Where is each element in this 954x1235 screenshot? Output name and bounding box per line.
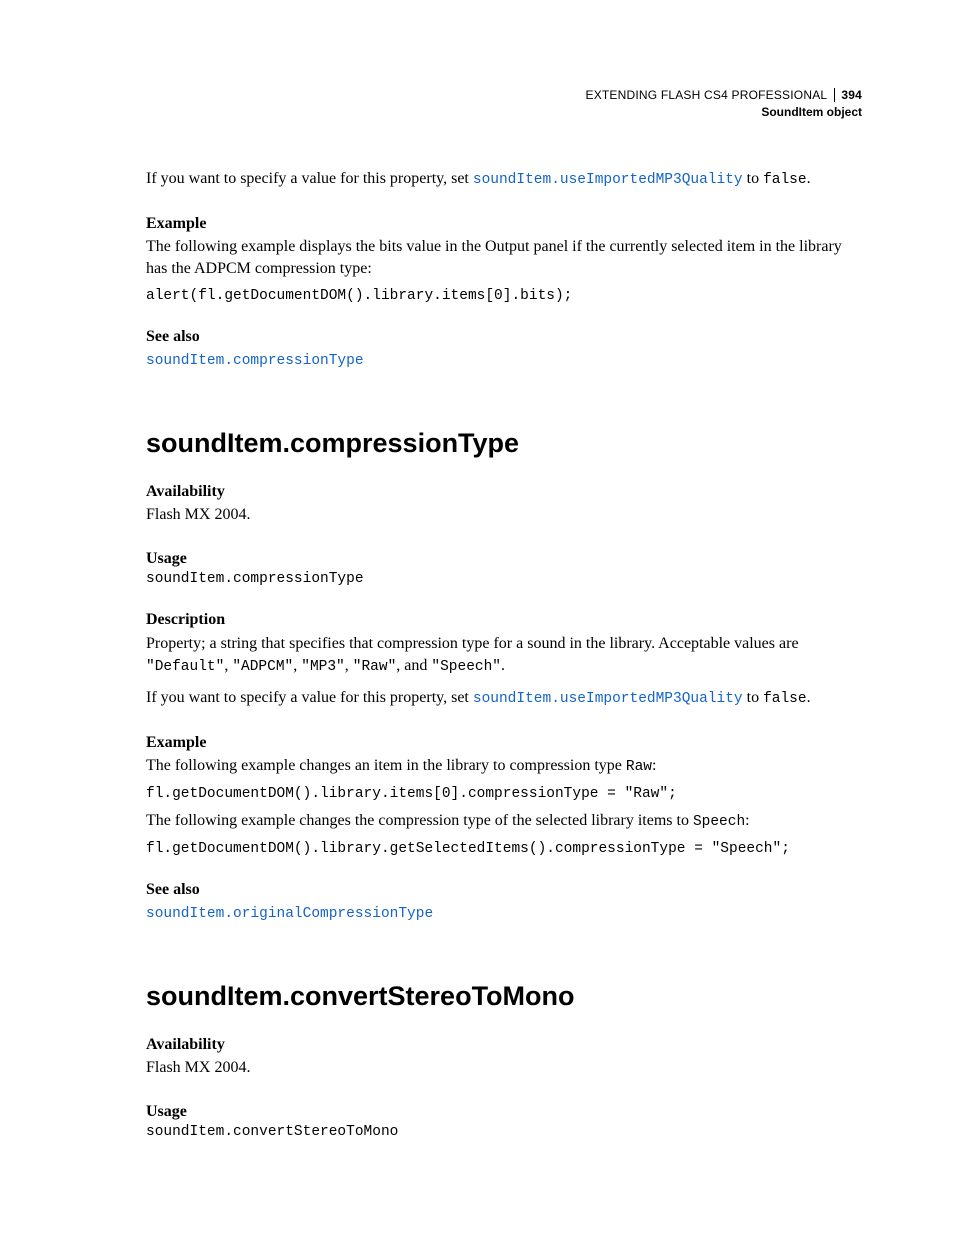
text: , — [345, 657, 353, 674]
originalcompressiontype-link[interactable]: soundItem.originalCompressionType — [146, 906, 433, 922]
description-paragraph: Property; a string that specifies that c… — [146, 633, 864, 677]
page-container: EXTENDING FLASH CS4 PROFESSIONAL 394 Sou… — [0, 0, 954, 1235]
compressiontype-link[interactable]: soundItem.compressionType — [146, 353, 364, 369]
example-description: The following example displays the bits … — [146, 236, 864, 279]
text: . — [807, 170, 811, 187]
chapter-name: SoundItem object — [146, 105, 862, 121]
code-default: "Default" — [146, 659, 224, 675]
code-adpcm: "ADPCM" — [232, 659, 293, 675]
seealso-heading: See also — [146, 879, 864, 901]
text: . — [807, 689, 811, 706]
code-speech: "Speech" — [431, 659, 501, 675]
code-raw: Raw — [626, 759, 652, 775]
description-heading: Description — [146, 609, 864, 631]
page-number: 394 — [834, 88, 862, 102]
intro-specify-paragraph: If you want to specify a value for this … — [146, 168, 864, 191]
example-heading: Example — [146, 213, 864, 235]
text: : — [652, 757, 656, 774]
text: : — [745, 812, 749, 829]
text: , and — [396, 657, 431, 674]
example-paragraph-1: The following example changes an item in… — [146, 755, 864, 778]
code-mp3: "MP3" — [301, 659, 345, 675]
example-code-block: alert(fl.getDocumentDOM().library.items[… — [146, 288, 864, 304]
section-title-convertstereotomono: soundItem.convertStereoToMono — [146, 981, 864, 1012]
usage-code-block: soundItem.convertStereoToMono — [146, 1124, 864, 1140]
usage-heading: Usage — [146, 548, 864, 570]
usage-code-block: soundItem.compressionType — [146, 571, 864, 587]
usage-heading: Usage — [146, 1101, 864, 1123]
example-paragraph-2: The following example changes the compre… — [146, 810, 864, 833]
availability-heading: Availability — [146, 1034, 864, 1056]
text: The following example changes the compre… — [146, 812, 693, 829]
availability-text: Flash MX 2004. — [146, 1057, 864, 1079]
availability-text: Flash MX 2004. — [146, 504, 864, 526]
page-header: EXTENDING FLASH CS4 PROFESSIONAL 394 Sou… — [146, 88, 864, 120]
book-title: EXTENDING FLASH CS4 PROFESSIONAL — [585, 88, 826, 102]
availability-heading: Availability — [146, 481, 864, 503]
text: If you want to specify a value for this … — [146, 689, 473, 706]
text: to — [743, 170, 763, 187]
code-raw: "Raw" — [353, 659, 397, 675]
useimportedmp3quality-link[interactable]: soundItem.useImportedMP3Quality — [473, 172, 743, 188]
specify-paragraph: If you want to specify a value for this … — [146, 687, 864, 710]
code-speech: Speech — [693, 814, 745, 830]
example-heading: Example — [146, 732, 864, 754]
code-false: false — [763, 691, 807, 707]
header-title-line: EXTENDING FLASH CS4 PROFESSIONAL 394 — [146, 88, 862, 104]
example-code-block-1: fl.getDocumentDOM().library.items[0].com… — [146, 786, 864, 802]
text: The following example changes an item in… — [146, 757, 626, 774]
text: . — [501, 657, 505, 674]
text: Property; a string that specifies that c… — [146, 635, 799, 652]
section-title-compressiontype: soundItem.compressionType — [146, 428, 864, 459]
example-code-block-2: fl.getDocumentDOM().library.getSelectedI… — [146, 841, 864, 857]
code-false: false — [763, 172, 807, 188]
useimportedmp3quality-link[interactable]: soundItem.useImportedMP3Quality — [473, 691, 743, 707]
seealso-heading: See also — [146, 326, 864, 348]
text: If you want to specify a value for this … — [146, 170, 473, 187]
text: to — [743, 689, 763, 706]
